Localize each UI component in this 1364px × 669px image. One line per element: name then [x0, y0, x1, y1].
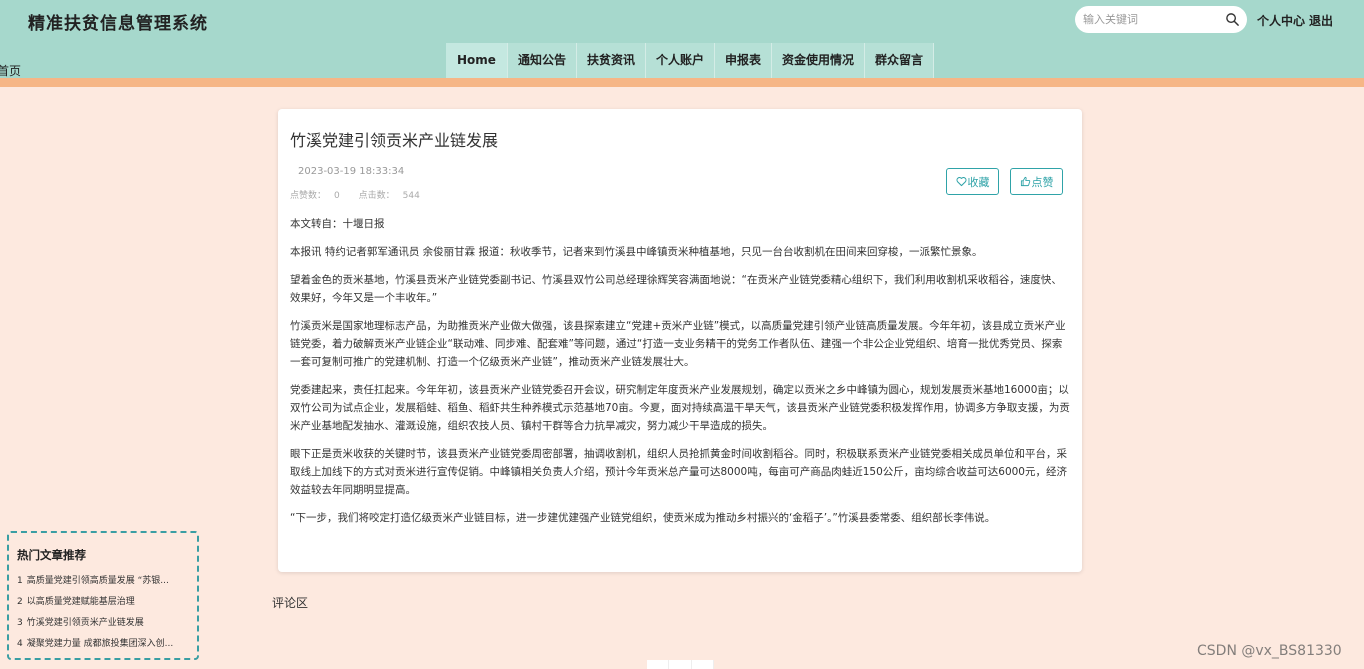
pagination[interactable]	[647, 660, 714, 669]
hot-article-item[interactable]: 1 高质量党建引领高质量发展 “苏银...	[17, 571, 193, 592]
nav-notice[interactable]: 通知公告	[507, 43, 577, 78]
like-button[interactable]: 点赞	[1010, 168, 1063, 195]
hot-article-item[interactable]: 3 竹溪党建引领贡米产业链发展	[17, 613, 193, 634]
article-paragraph: “下一步，我们将咬定打造亿级贡米产业链目标，进一步建优建强产业链党组织，使贡米成…	[290, 512, 996, 524]
search-input[interactable]	[1083, 10, 1219, 29]
hot-articles-panel: 热门文章推荐 1 高质量党建引领高质量发展 “苏银... 2 以高质量党建赋能基层治…	[7, 531, 199, 660]
article-date: 2023-03-19 18:33:34	[298, 166, 405, 177]
search-icon[interactable]	[1225, 12, 1240, 27]
header-accent-strip	[0, 78, 1364, 87]
user-center-link[interactable]: 个人中心	[1257, 12, 1305, 29]
nav-home[interactable]: Home	[446, 43, 508, 78]
search-box	[1075, 6, 1247, 33]
nav-application-form[interactable]: 申报表	[714, 43, 772, 78]
article-card: 竹溪党建引领贡米产业链发展 2023-03-19 18:33:34 点赞数： 0 …	[278, 109, 1082, 572]
thumbs-up-icon	[1020, 176, 1030, 187]
clicks-count: 点击数： 544	[358, 191, 420, 201]
nav-public-messages[interactable]: 群众留言	[865, 43, 935, 78]
site-title: 精准扶贫信息管理系统	[28, 14, 208, 34]
article-stats: 点赞数： 0 点击数： 544	[290, 188, 436, 201]
pagination-next[interactable]	[692, 660, 714, 669]
comments-section-label: 评论区	[272, 596, 309, 610]
pagination-page[interactable]	[669, 660, 692, 669]
article-title: 竹溪党建引领贡米产业链发展	[290, 131, 499, 150]
pagination-prev[interactable]	[647, 660, 670, 669]
nav-personal-account[interactable]: 个人账户	[645, 43, 715, 78]
heart-icon	[956, 177, 966, 187]
main-nav: Home 通知公告 扶贫资讯 个人账户 申报表 资金使用情况 群众留言	[446, 43, 935, 78]
nav-fund-usage[interactable]: 资金使用情况	[772, 43, 866, 78]
article-paragraph: 望着金色的贡米基地，竹溪县贡米产业链党委副书记、竹溪县双竹公司总经理徐辉笑容满面…	[290, 274, 1062, 304]
hot-article-item[interactable]: 4 凝聚党建力量 成都旅投集团深入创...	[17, 634, 193, 655]
likes-count: 点赞数： 0	[290, 191, 340, 201]
hot-article-item[interactable]: 2 以高质量党建赋能基层治理	[17, 592, 193, 613]
article-paragraph: 党委建起来，责任扛起来。今年年初，该县贡米产业链党委召开会议，研究制定年度贡米产…	[290, 384, 1070, 432]
article-body: 本文转自：十堰日报 本报讯 特约记者郭军通讯员 余俊丽甘霖 报道：秋收季节，记者…	[290, 215, 1070, 537]
article-paragraph: 竹溪贡米是国家地理标志产品，为助推贡米产业做大做强，该县探索建立“党建+贡米产业…	[290, 320, 1066, 368]
article-paragraph: 本文转自：十堰日报	[290, 218, 385, 230]
watermark: CSDN @vx_BS81330	[1197, 643, 1342, 659]
hot-articles-title: 热门文章推荐	[17, 548, 86, 562]
collect-button[interactable]: 收藏	[946, 168, 999, 195]
logout-link[interactable]: 退出	[1309, 12, 1333, 29]
nav-poverty-news[interactable]: 扶贫资讯	[576, 43, 646, 78]
home-fragment-label: 首页	[0, 64, 22, 78]
article-paragraph: 眼下正是贡米收获的关键时节，该县贡米产业链党委周密部署，抽调收割机，组织人员抢抓…	[290, 448, 1067, 496]
article-paragraph: 本报讯 特约记者郭军通讯员 余俊丽甘霖 报道：秋收季节，记者来到竹溪县中峰镇贡米…	[290, 246, 983, 258]
